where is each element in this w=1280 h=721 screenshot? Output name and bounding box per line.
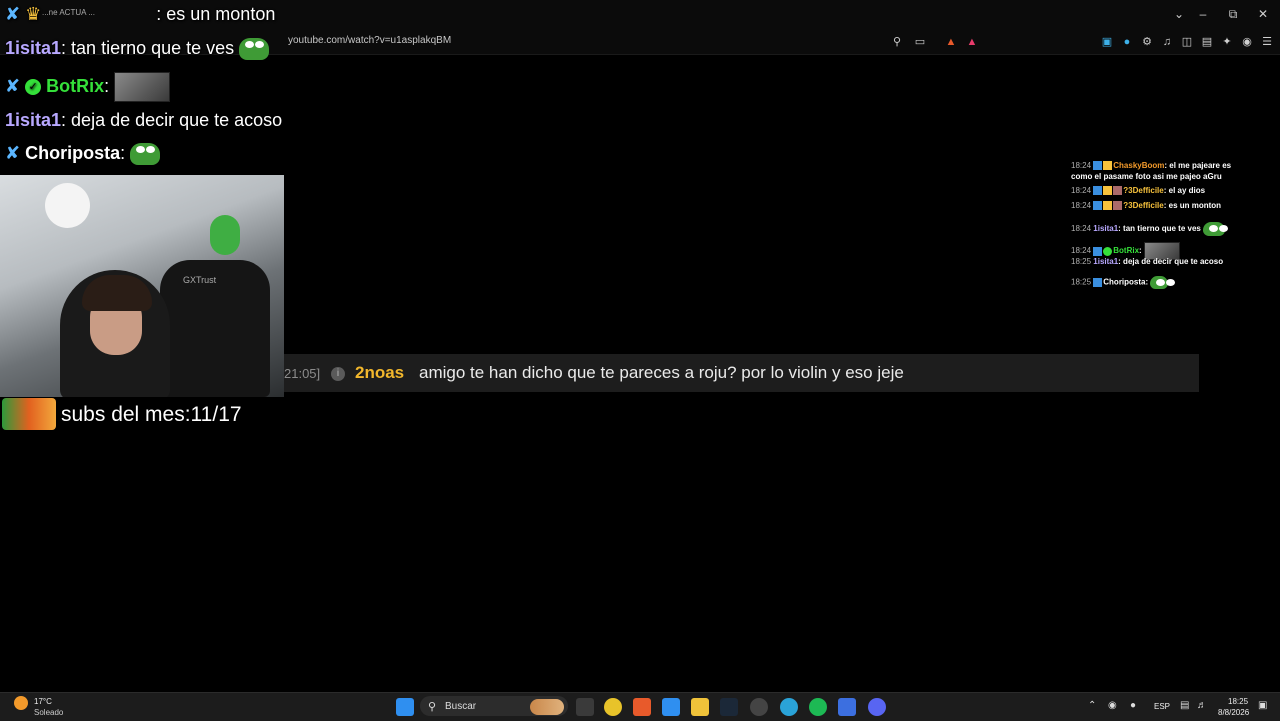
overlay-chat-line: 1isita1: deja de decir que te acoso <box>5 110 282 131</box>
pepe-emote-icon <box>130 143 161 166</box>
rewards-icon[interactable]: ▲ <box>965 35 979 49</box>
side-chat-line: 18:24 1isita1: tan tierno que te ves <box>1071 222 1229 236</box>
overlay-chat-line: ✘ ✓ BotRix: <box>5 72 171 102</box>
folder-icon[interactable] <box>691 698 709 716</box>
discord-tray-icon[interactable]: ◉ <box>1108 700 1117 711</box>
frog-plush <box>210 215 240 255</box>
message-time: 21:05] <box>284 366 321 381</box>
restore-icon[interactable]: ⧉ <box>1226 7 1240 22</box>
side-chat-line: 18:24 ChaskyBoom: el me pajeare es <box>1071 161 1232 171</box>
chat-message: : <box>104 75 110 96</box>
pepe-emote-icon <box>1150 276 1176 289</box>
network-icon[interactable]: ▤ <box>1180 700 1189 711</box>
mic-icon[interactable]: ● <box>1130 700 1136 711</box>
crown-badge-icon: ♛ <box>25 4 42 24</box>
language-indicator[interactable]: ESP <box>1154 702 1170 711</box>
task-view-icon[interactable] <box>576 698 594 716</box>
side-chat-line: 18:25 1isita1: deja de decir que te acos… <box>1071 257 1224 266</box>
webcam-feed: GXTrust <box>0 175 284 397</box>
discord-icon[interactable] <box>868 698 886 716</box>
chrome-icon[interactable] <box>604 698 622 716</box>
pepe-emote-icon <box>1203 222 1229 236</box>
spotify-icon[interactable] <box>809 698 827 716</box>
chair-brand: GXTrust <box>183 275 217 285</box>
chat-username: 1isita1 <box>5 38 62 58</box>
windows-start-icon[interactable] <box>396 698 414 716</box>
obs-icon[interactable] <box>750 698 768 716</box>
face-emote-icon <box>114 72 171 102</box>
clock-date[interactable]: 8/8/2026 <box>1218 708 1249 717</box>
wallet-icon[interactable]: ▤ <box>1200 35 1214 49</box>
chat-message: : es un monton <box>156 4 276 24</box>
sword-badge-icon: ✘ <box>5 4 21 24</box>
brave-shield-icon[interactable]: ▲ <box>944 35 958 49</box>
plush-toy <box>45 183 90 228</box>
sword-badge-icon: ✘ <box>5 75 21 96</box>
menu-icon[interactable]: ☰ <box>1260 35 1274 49</box>
leo-icon[interactable]: ✦ <box>1220 35 1234 49</box>
side-chat-line: 18:24 ?3Defficile: el ay dios <box>1071 186 1206 196</box>
side-chat-line: 18:25 Choriposta: <box>1071 276 1176 289</box>
weather-temp[interactable]: 17°C <box>34 697 52 706</box>
info-icon: i <box>331 367 345 381</box>
verified-badge-icon: ✓ <box>25 79 42 95</box>
weather-icon[interactable] <box>14 696 28 710</box>
chat-username: Choriposta <box>25 143 121 163</box>
chat-message: : deja de decir que te acoso <box>61 110 283 130</box>
chevron-up-icon[interactable]: ⌃ <box>1088 700 1096 711</box>
steam-icon[interactable] <box>720 698 738 716</box>
search-label: Buscar <box>445 701 477 712</box>
search-icon: ⚲ <box>428 701 437 713</box>
chat-message: : tan tierno que te ves <box>61 38 235 58</box>
subs-emote-icon <box>2 398 56 430</box>
side-chat-line: 18:24 ?3Defficile: es un monton <box>1071 201 1222 211</box>
chat-message: : <box>120 143 126 163</box>
streamer-headphones <box>82 275 152 311</box>
close-icon[interactable]: ✕ <box>1256 7 1270 21</box>
pepe-emote-icon <box>239 38 270 61</box>
sidebar-icon[interactable]: ◫ <box>1180 35 1194 49</box>
clock-time[interactable]: 18:25 <box>1228 697 1248 706</box>
chat-username: BotRix <box>46 75 105 96</box>
overlay-chat-line: 1isita1: tan tierno que te ves <box>5 38 270 61</box>
extension-2-icon[interactable]: ● <box>1120 35 1134 49</box>
search-highlight-icon <box>530 699 564 715</box>
subs-counter: subs del mes:11/17 <box>61 403 242 426</box>
chat-username: 1isita1 <box>5 110 62 130</box>
minimize-icon[interactable]: – <box>1196 7 1210 21</box>
volume-icon[interactable]: ♬ <box>1197 700 1207 711</box>
chevron-down-icon[interactable]: ⌄ <box>1172 7 1186 21</box>
cast-icon[interactable]: ▭ <box>913 35 927 49</box>
message-text: amigo te han dicho que te pareces a roju… <box>419 363 904 382</box>
weather-desc[interactable]: Soleado <box>34 708 63 717</box>
message-username: 2noas <box>355 363 405 382</box>
brave-icon[interactable] <box>633 698 651 716</box>
side-chat-line: como el pasame foto asi me pajeo aGru <box>1071 172 1222 181</box>
store-icon[interactable] <box>662 698 680 716</box>
extensions-puzzle-icon[interactable]: ⚙ <box>1140 35 1154 49</box>
overlay-chat-line: ✘ ♛ : es un monton <box>5 4 275 25</box>
app-c-icon[interactable] <box>780 698 798 716</box>
extension-icon[interactable]: ▣ <box>1100 35 1114 49</box>
zoom-icon[interactable]: ⚲ <box>890 35 904 49</box>
app-blue-icon[interactable] <box>838 698 856 716</box>
vpn-icon[interactable]: ◉ <box>1240 35 1254 49</box>
sword-badge-icon: ✘ <box>5 143 21 163</box>
overlay-chat-line: ✘ Choriposta: <box>5 143 161 166</box>
notification-icon[interactable]: ▣ <box>1258 700 1267 711</box>
music-icon[interactable]: ♫ <box>1160 35 1174 49</box>
url-text[interactable]: youtube.com/watch?v=u1asplakqBM <box>288 35 451 46</box>
